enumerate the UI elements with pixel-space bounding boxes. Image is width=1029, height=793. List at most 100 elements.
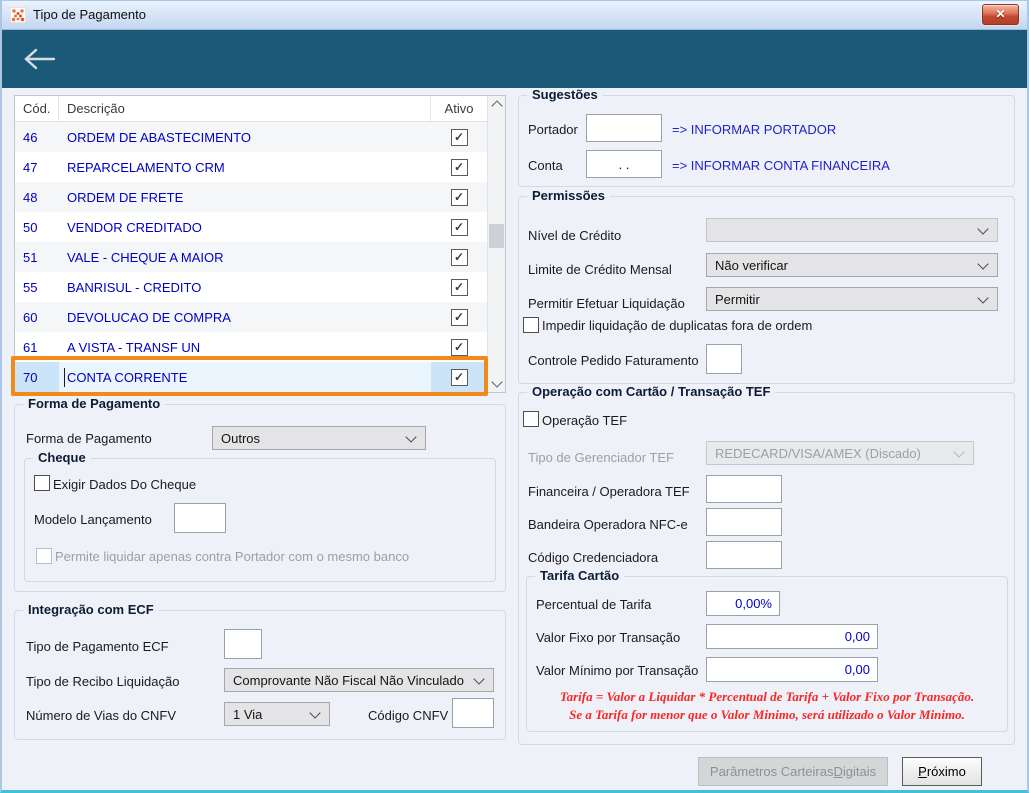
exigir-dados-cheque-label: Exigir Dados Do Cheque [53, 477, 197, 492]
table-row[interactable]: 46 ORDEM DE ABASTECIMENTO ✓ [15, 122, 487, 152]
description-inline-editor[interactable]: CONTA CORRENTE [59, 362, 431, 392]
row-code: 50 [23, 219, 38, 235]
scroll-down-icon[interactable] [488, 375, 505, 392]
operacao-tef-checkbox[interactable] [523, 411, 539, 427]
percentual-tarifa-input[interactable]: 0,00% [706, 591, 780, 616]
ativo-checkbox[interactable]: ✓ [450, 248, 468, 266]
numero-vias-cnfv-dropdown[interactable]: 1 Via [224, 702, 330, 726]
portador-input[interactable] [586, 114, 662, 142]
proximo-button[interactable]: Próximo [902, 757, 982, 786]
table-scrollbar[interactable] [487, 96, 505, 392]
valor-minimo-label: Valor Mínimo por Transação [536, 663, 699, 678]
portador-label: Portador [528, 122, 578, 137]
row-description: VENDOR CREDITADO [67, 219, 202, 235]
table-row[interactable]: 60 DEVOLUCAO DE COMPRA ✓ [15, 302, 487, 332]
permitir-liquidacao-label: Permitir Efetuar Liquidação [528, 296, 685, 311]
text-caret [64, 367, 65, 387]
title-bar: Tipo de Pagamento [0, 0, 1029, 30]
conta-label: Conta [528, 158, 563, 173]
dropdown-value: Comprovante Não Fiscal Não Vinculado [233, 672, 464, 688]
scroll-up-icon[interactable] [488, 96, 505, 113]
table-row[interactable]: 50 VENDOR CREDITADO ✓ [15, 212, 487, 242]
tipo-recibo-label: Tipo de Recibo Liquidação [26, 674, 180, 689]
conta-hint: => INFORMAR CONTA FINANCEIRA [672, 158, 890, 173]
row-code: 61 [23, 339, 38, 355]
conta-input[interactable]: . . [586, 150, 662, 178]
bandeira-operadora-input[interactable] [706, 508, 782, 536]
numero-vias-cnfv-label: Número de Vias do CNFV [26, 708, 177, 723]
close-button[interactable]: ✕ [982, 4, 1019, 25]
row-code: 51 [23, 249, 38, 265]
back-button[interactable] [20, 45, 60, 73]
row-code: 46 [23, 129, 38, 145]
codigo-credenciadora-input[interactable] [706, 541, 782, 569]
dropdown-value: REDECARD/VISA/AMEX (Discado) [715, 445, 921, 461]
row-code: 60 [23, 309, 38, 325]
section-title: Operação com Cartão / Transação TEF [527, 384, 776, 399]
permite-liquidar-label: Permite liquidar apenas contra Portador … [55, 549, 410, 564]
impedir-liquidacao-checkbox[interactable] [523, 317, 539, 333]
forma-pagamento-label: Forma de Pagamento [26, 431, 152, 446]
ativo-checkbox[interactable]: ✓ [450, 158, 468, 176]
codigo-cnfv-label: Código CNFV [368, 708, 449, 723]
row-description: ORDEM DE ABASTECIMENTO [67, 129, 251, 145]
tipo-de-pagamento-dialog: Tipo de Pagamento ✕ Cód. Descrição Ativo… [0, 0, 1029, 793]
row-description: CONTA CORRENTE [67, 369, 188, 385]
section-title: Tarifa Cartão [535, 568, 625, 583]
permite-liquidar-checkbox [36, 548, 52, 564]
ativo-checkbox[interactable]: ✓ [450, 308, 468, 326]
app-header [0, 30, 1029, 88]
row-code: 48 [23, 189, 38, 205]
section-title: Cheque [33, 450, 91, 465]
bandeira-operadora-label: Bandeira Operadora NFC-e [528, 517, 688, 532]
tipo-recibo-dropdown[interactable]: Comprovante Não Fiscal Não Vinculado [224, 668, 494, 692]
codigo-cnfv-input[interactable] [452, 698, 494, 728]
tarifa-note-line2: Se a Tarifa for menor que o Valor Minimo… [569, 707, 965, 722]
row-code: 70 [23, 369, 38, 385]
nivel-credito-label: Nível de Crédito [528, 228, 622, 243]
section-title: Integração com ECF [23, 602, 159, 617]
valor-fixo-label: Valor Fixo por Transação [536, 630, 681, 645]
table-row[interactable]: 47 REPARCELAMENTO CRM ✓ [15, 152, 487, 182]
window-title: Tipo de Pagamento [33, 7, 146, 22]
ativo-checkbox[interactable]: ✓ [450, 188, 468, 206]
table-row[interactable]: 61 A VISTA - TRANSF UN ✓ [15, 332, 487, 362]
table-row[interactable]: 55 BANRISUL - CREDITO ✓ [15, 272, 487, 302]
forma-pagamento-dropdown[interactable]: Outros [212, 426, 426, 450]
table-row[interactable]: 48 ORDEM DE FRETE ✓ [15, 182, 487, 212]
tipo-pagamento-ecf-input[interactable] [224, 629, 262, 659]
row-description: ORDEM DE FRETE [67, 189, 184, 205]
financeira-operadora-input[interactable] [706, 475, 782, 503]
ativo-checkbox[interactable]: ✓ [450, 368, 468, 386]
valor-fixo-input[interactable]: 0,00 [706, 624, 878, 649]
scrollbar-thumb[interactable] [489, 224, 504, 248]
row-description: VALE - CHEQUE A MAIOR [67, 249, 224, 265]
financeira-operadora-label: Financeira / Operadora TEF [528, 484, 690, 499]
table-row-selected[interactable]: 70 CONTA CORRENTE ✓ [15, 362, 487, 392]
ativo-checkbox[interactable]: ✓ [450, 128, 468, 146]
dropdown-value: 1 Via [233, 706, 263, 722]
app-icon [10, 6, 26, 23]
controle-pedido-input[interactable] [706, 344, 742, 374]
row-description: BANRISUL - CREDITO [67, 279, 202, 295]
controle-pedido-label: Controle Pedido Faturamento [528, 353, 699, 368]
table-row[interactable]: 51 VALE - CHEQUE A MAIOR ✓ [15, 242, 487, 272]
ativo-checkbox[interactable]: ✓ [450, 278, 468, 296]
exigir-dados-cheque-checkbox[interactable] [34, 475, 50, 491]
modelo-lancamento-label: Modelo Lançamento [34, 512, 152, 527]
modelo-lancamento-input[interactable] [174, 503, 226, 533]
row-code: 47 [23, 159, 38, 175]
ativo-checkbox[interactable]: ✓ [450, 218, 468, 236]
column-header-codigo[interactable]: Cód. [15, 96, 59, 121]
section-title: Sugestões [527, 87, 603, 102]
ativo-checkbox[interactable]: ✓ [450, 338, 468, 356]
nivel-credito-dropdown[interactable] [706, 218, 998, 242]
dropdown-value: Não verificar [715, 257, 788, 273]
column-header-descricao[interactable]: Descrição [59, 96, 431, 121]
column-header-ativo[interactable]: Ativo [431, 96, 487, 121]
permitir-liquidacao-dropdown[interactable]: Permitir [706, 287, 998, 311]
limite-credito-dropdown[interactable]: Não verificar [706, 253, 998, 277]
tipo-pagamento-ecf-label: Tipo de Pagamento ECF [26, 639, 169, 654]
valor-minimo-input[interactable]: 0,00 [706, 657, 878, 682]
row-code: 55 [23, 279, 38, 295]
